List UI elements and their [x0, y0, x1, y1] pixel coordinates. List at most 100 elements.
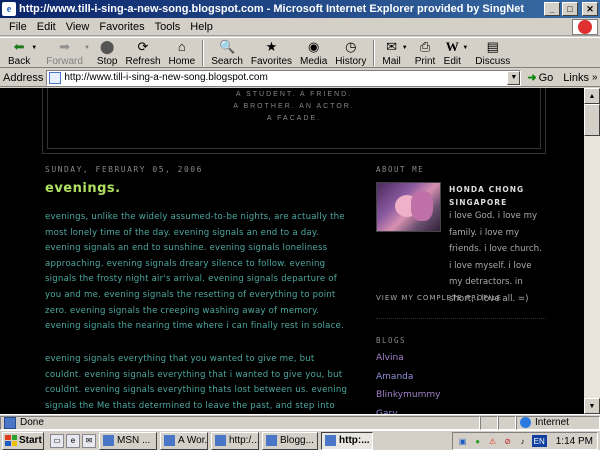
minimize-button[interactable]: _ [544, 2, 560, 16]
blog-description-line-1: A STUDENT. A FRIEND. [235, 91, 353, 98]
blog-link[interactable]: Amanda [376, 368, 440, 387]
back-dropdown-icon[interactable]: ▼ [31, 45, 37, 51]
discuss-icon: ▤ [486, 39, 499, 54]
window-controls: _ □ ✕ [544, 2, 598, 16]
msn-icon[interactable]: ● [472, 435, 484, 447]
page-viewport: A STUDENT. A FRIEND. A BROTHER. AN ACTOR… [0, 88, 600, 414]
taskbar: Start ▭ e ✉ MSN ... A Wor... http:/... B… [0, 430, 600, 450]
internet-zone-icon [520, 417, 531, 428]
mail-button[interactable]: ✉ Mail ▼ [378, 38, 407, 68]
title-bar: e http://www.till-i-sing-a-new-song.blog… [0, 0, 600, 18]
blog-description-line-3: A FACADE. [266, 115, 322, 122]
home-icon: ⌂ [177, 39, 186, 54]
discuss-button[interactable]: ▤ Discuss [471, 38, 514, 68]
standard-toolbar: ⬅ Back ▼ ➡ Forward ▼ ⬤ Stop ⟳ Refresh ⌂ … [0, 37, 600, 68]
menu-edit[interactable]: Edit [32, 21, 61, 33]
favorites-icon: ★ [265, 39, 278, 54]
close-button[interactable]: ✕ [582, 2, 598, 16]
taskbar-button[interactable]: http:/... [211, 431, 259, 450]
isp-logo-icon [572, 19, 598, 35]
media-button[interactable]: ◉ Media [296, 38, 331, 68]
search-button[interactable]: 🔍 Search [207, 38, 247, 68]
sidebar-divider [376, 318, 546, 319]
links-button[interactable]: Links [563, 72, 589, 84]
post-paragraph: evenings, unlike the widely assumed-to-b… [45, 212, 345, 332]
ie-icon: e [2, 2, 16, 16]
menu-favorites[interactable]: Favorites [94, 21, 149, 33]
history-button[interactable]: ◷ History [331, 38, 370, 68]
system-tray: ▣ ● ⚠ ⊘ ♪ EN 1:14 PM [451, 432, 598, 450]
menu-file[interactable]: File [4, 21, 32, 33]
address-label: Address [3, 71, 44, 84]
printer-icon: ⎙ [419, 39, 431, 54]
language-indicator[interactable]: EN [531, 435, 547, 447]
security-icon[interactable]: ⊘ [502, 435, 514, 447]
edit-dropdown-icon[interactable]: ▼ [462, 45, 468, 51]
go-arrow-icon: ➜ [527, 72, 537, 84]
menu-help[interactable]: Help [185, 21, 218, 33]
refresh-button[interactable]: ⟳ Refresh [122, 38, 165, 68]
menu-bar: File Edit View Favorites Tools Help [0, 18, 600, 36]
zone-text: Internet [535, 417, 569, 428]
about-me-heading: ABOUT ME [376, 165, 425, 174]
blog-link[interactable]: Blinkymummy [376, 386, 440, 405]
taskbar-button-active[interactable]: http:... [321, 431, 373, 450]
taskbar-button[interactable]: MSN ... [99, 431, 157, 450]
scroll-up-icon[interactable]: ▲ [584, 88, 600, 104]
history-icon: ◷ [345, 39, 357, 54]
post-paragraph: evening signals everything that you want… [45, 354, 348, 411]
blog-link[interactable]: Alvina [376, 349, 440, 368]
blog-link[interactable]: Gary [376, 405, 440, 415]
edit-button[interactable]: W Edit ▼ [439, 38, 469, 68]
post-title: evenings. [45, 181, 121, 196]
view-profile-link[interactable]: VIEW MY COMPLETE PROFILE [376, 294, 502, 302]
links-chevron-icon[interactable]: » [592, 72, 598, 83]
quick-launch: ▭ e ✉ [50, 433, 96, 448]
profile-name: HONDA CHONG SINGAPORE [449, 185, 525, 207]
scroll-down-icon[interactable]: ▼ [584, 398, 600, 414]
network-icon[interactable]: ▣ [457, 435, 469, 447]
refresh-icon: ⟳ [137, 39, 149, 54]
desktop-icon[interactable]: ▭ [50, 433, 64, 448]
ie-quicklaunch-icon[interactable]: e [66, 433, 80, 448]
clock: 1:14 PM [555, 435, 593, 447]
menu-tools[interactable]: Tools [150, 21, 186, 33]
menu-view[interactable]: View [61, 21, 95, 33]
taskbar-button[interactable]: A Wor... [160, 431, 208, 450]
back-button[interactable]: ⬅ Back ▼ [4, 38, 37, 68]
search-icon: 🔍 [218, 39, 236, 54]
favorites-button[interactable]: ★ Favorites [247, 38, 296, 68]
address-input[interactable]: http://www.till-i-sing-a-new-song.blogsp… [46, 69, 522, 86]
page-icon [49, 71, 62, 84]
address-url[interactable]: http://www.till-i-sing-a-new-song.blogsp… [64, 72, 507, 83]
scroll-thumb[interactable] [584, 104, 600, 136]
window-title: http://www.till-i-sing-a-new-song.blogsp… [19, 3, 524, 15]
go-button[interactable]: ➜ Go [527, 71, 553, 85]
blogs-heading: BLOGS [376, 336, 407, 345]
toolbar-separator [373, 39, 376, 66]
forward-dropdown-icon[interactable]: ▼ [84, 45, 90, 51]
volume-icon[interactable]: ♪ [517, 435, 529, 447]
maximize-button[interactable]: □ [562, 2, 578, 16]
home-button[interactable]: ⌂ Home [165, 38, 200, 68]
vertical-scrollbar[interactable]: ▲ ▼ [584, 88, 600, 414]
forward-arrow-icon: ➡ [59, 39, 71, 54]
blog-links-list: Alvina Amanda Blinkymummy Gary [376, 349, 440, 414]
blog-description-line-2: A BROTHER. AN ACTOR. [233, 103, 355, 110]
stop-button[interactable]: ⬤ Stop [93, 38, 122, 68]
status-text: Done [20, 417, 44, 428]
toolbar-separator [202, 39, 205, 66]
forward-button[interactable]: ➡ Forward ▼ [42, 38, 90, 68]
print-button[interactable]: ⎙ Print [411, 38, 440, 68]
stop-icon: ⬤ [99, 39, 115, 54]
back-arrow-icon: ⬅ [13, 39, 25, 54]
outlook-icon[interactable]: ✉ [82, 433, 96, 448]
mail-dropdown-icon[interactable]: ▼ [402, 45, 408, 51]
status-bar: Done Internet [0, 414, 600, 430]
start-button[interactable]: Start [2, 431, 44, 450]
done-page-icon [4, 416, 16, 429]
taskbar-button[interactable]: Blogg... [262, 431, 318, 450]
alert-icon[interactable]: ⚠ [487, 435, 499, 447]
media-icon: ◉ [307, 39, 320, 54]
address-dropdown-icon[interactable]: ▼ [507, 70, 521, 85]
